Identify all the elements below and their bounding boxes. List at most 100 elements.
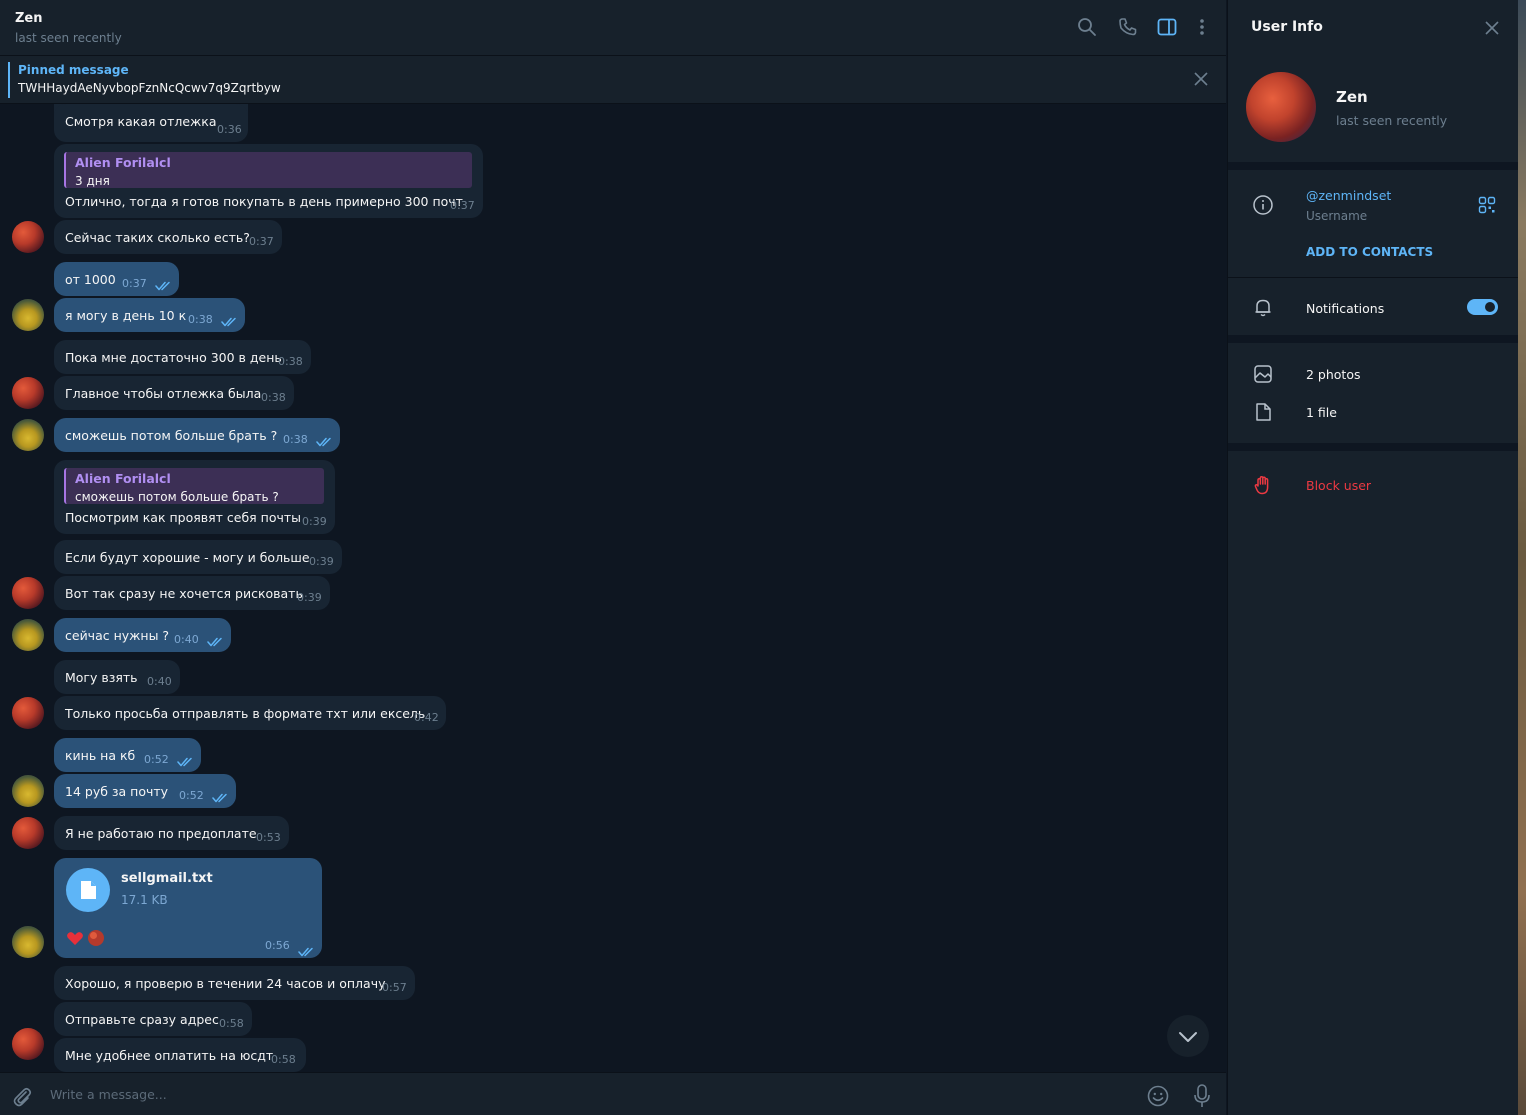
avatar[interactable] [12,775,44,807]
photos-link[interactable]: 2 photos [1306,367,1361,382]
avatar[interactable] [12,1028,44,1060]
avatar[interactable] [12,221,44,253]
outgoing-message[interactable]: я могу в день 10 к 0:38 [54,298,245,332]
incoming-message[interactable]: Если будут хорошие - могу и больше 0:39 [54,540,342,574]
message-text: Только просьба отправлять в формате тхт … [65,706,426,721]
outgoing-message[interactable]: кинь на кб 0:52 [54,738,201,772]
username-value[interactable]: @zenmindset [1306,188,1391,203]
outgoing-message[interactable]: 14 руб за почту 0:52 [54,774,236,808]
avatar[interactable] [12,697,44,729]
avatar[interactable] [12,926,44,958]
message-time: 0:38 [188,313,213,326]
incoming-message[interactable]: Сейчас таких сколько есть? 0:37 [54,220,282,254]
message-text: сейчас нужны ? [65,628,170,643]
message-time: 0:53 [256,831,281,844]
scroll-down-button[interactable] [1167,1015,1209,1057]
message-text: кинь на кб [65,748,136,763]
message-time: 0:37 [122,277,147,290]
divider [1228,335,1519,343]
message-time: 0:37 [450,199,475,212]
profile-avatar[interactable] [1246,72,1316,142]
block-user-button[interactable]: Block user [1306,478,1371,493]
reaction-chip[interactable] [64,928,108,948]
reply-author: Alien Forilalcl [75,155,171,170]
incoming-message[interactable]: Отправьте сразу адрес 0:58 [54,1002,252,1036]
photo-icon [1252,363,1274,385]
message-time: 0:58 [219,1017,244,1030]
message-time: 0:38 [261,391,286,404]
message-text: Смотря какая отлежка [65,114,217,129]
profile-status: last seen recently [1336,113,1448,128]
message-time: 0:38 [283,433,308,446]
read-checkmarks-icon [155,279,173,291]
message-text: Пока мне достаточно 300 в день [65,350,282,365]
background-strip [1518,0,1526,1115]
incoming-message[interactable]: Только просьба отправлять в формате тхт … [54,696,446,730]
divider [1228,443,1519,451]
incoming-message[interactable]: Смотря какая отлежка 0:36 [54,104,248,142]
reply-quote[interactable]: Alien Forilalcl сможешь потом больше брат… [64,468,324,504]
files-link[interactable]: 1 file [1306,405,1337,420]
pinned-title: Pinned message [18,63,129,77]
close-pinned-icon[interactable] [1192,70,1210,88]
avatar[interactable] [12,817,44,849]
close-icon[interactable] [1482,18,1502,38]
notifications-toggle[interactable] [1467,299,1498,315]
phone-icon[interactable] [1117,16,1139,38]
toggle-knob [1483,300,1497,314]
message-text: 14 руб за почту [65,784,169,799]
pinned-message-bar[interactable]: Pinned message TWHHaydAeNyvbopFznNcQcwv7… [0,56,1226,104]
info-icon [1252,194,1274,216]
incoming-message[interactable]: Главное чтобы отлежка была 0:38 [54,376,294,410]
add-to-contacts-button[interactable]: ADD TO CONTACTS [1306,245,1433,259]
incoming-message[interactable]: Мне удобнее оплатить на юсдт 0:58 [54,1038,306,1072]
incoming-message[interactable]: Могу взять 0:40 [54,660,180,694]
avatar[interactable] [12,377,44,409]
emoji-icon[interactable] [1146,1084,1170,1108]
qr-code-icon[interactable] [1478,196,1496,214]
outgoing-message[interactable]: сейчас нужны ? 0:40 [54,618,231,652]
message-time: 0:56 [265,939,290,952]
incoming-message[interactable]: Пока мне достаточно 300 в день 0:38 [54,340,311,374]
message-time: 0:39 [302,515,327,528]
file-icon [1252,401,1274,423]
avatar[interactable] [12,299,44,331]
incoming-message[interactable]: Хорошо, я проверю в течении 24 часов и о… [54,966,415,1000]
microphone-icon[interactable] [1191,1083,1213,1109]
message-text: Если будут хорошие - могу и больше [65,550,310,565]
reply-quote[interactable]: Alien Forilalcl 3 дня [64,152,472,188]
search-icon[interactable] [1076,16,1098,38]
avatar[interactable] [12,619,44,651]
sidebar-toggle-icon[interactable] [1156,16,1178,38]
pinned-indicator [8,62,10,98]
chat-header[interactable]: Zen last seen recently [0,0,1226,56]
message-text: Могу взять [65,670,138,685]
incoming-message[interactable]: Alien Forilalcl 3 дня Отлично, тогда я гот… [54,144,483,218]
read-checkmarks-icon [298,942,316,957]
outgoing-message[interactable]: сможешь потом больше брать ? 0:38 [54,418,340,452]
avatar[interactable] [12,419,44,451]
message-text: сможешь потом больше брать ? [65,428,278,443]
reply-text: 3 дня [75,174,110,188]
chat-area: Zen last seen recently Pinned message TW… [0,0,1226,1115]
file-size: 17.1 KB [121,893,168,907]
chat-title[interactable]: Zen [15,11,43,26]
notifications-label: Notifications [1306,301,1385,316]
message-composer[interactable]: Write a message... [0,1072,1226,1115]
file-name[interactable]: sellgmail.txt [121,871,213,886]
attach-icon[interactable] [11,1085,33,1107]
message-input[interactable]: Write a message... [50,1087,167,1102]
avatar[interactable] [12,577,44,609]
message-text: Вот так сразу не хочется рисковать [65,586,303,601]
document-icon[interactable] [66,868,110,912]
incoming-message[interactable]: Вот так сразу не хочется рисковать 0:39 [54,576,330,610]
read-checkmarks-icon [177,755,195,767]
panel-title: User Info [1251,19,1323,35]
outgoing-message[interactable]: от 1000 0:37 [54,262,179,296]
reply-author: Alien Forilalcl [75,471,171,486]
file-message[interactable]: sellgmail.txt 17.1 KB 0:56 [54,858,322,958]
more-menu-icon[interactable] [1191,16,1213,38]
incoming-message[interactable]: Alien Forilalcl сможешь потом больше брат… [54,460,335,534]
incoming-message[interactable]: Я не работаю по предоплате 0:53 [54,816,289,850]
message-list[interactable]: Смотря какая отлежка 0:36 Alien Forilalcl 3… [0,104,1226,1072]
